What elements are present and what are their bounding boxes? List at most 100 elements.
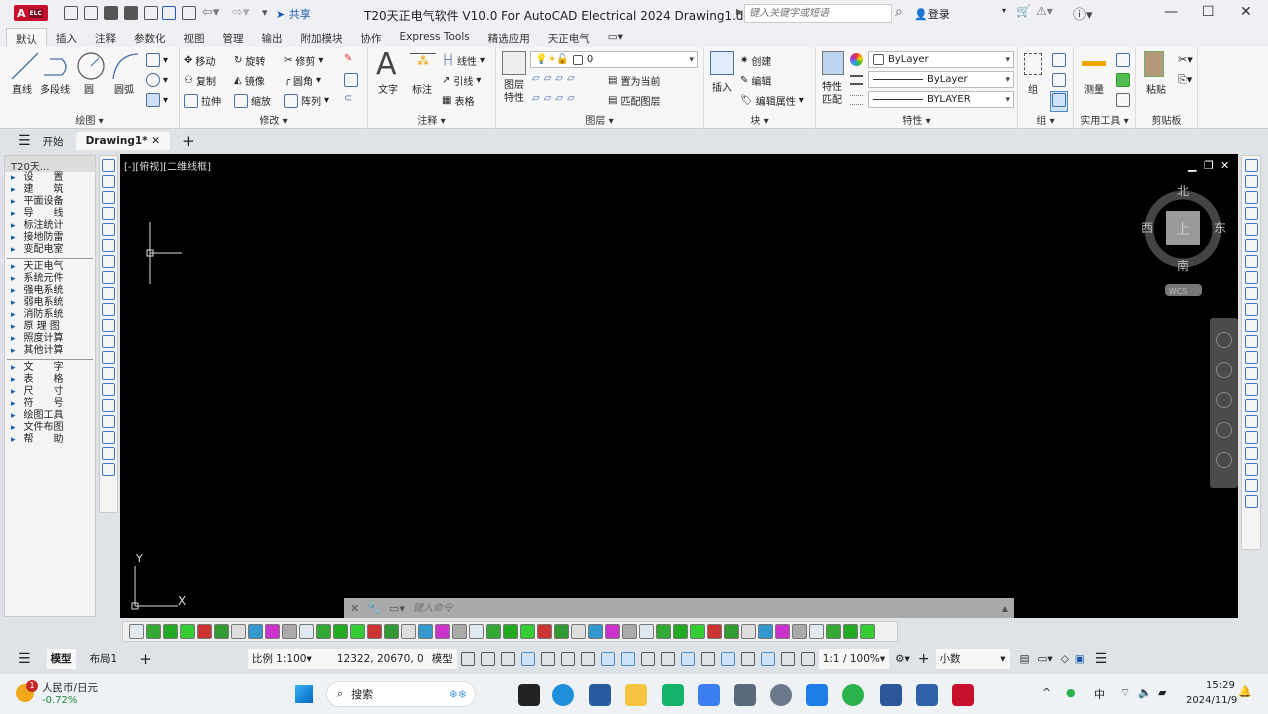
- tool-icon[interactable]: [486, 624, 501, 639]
- rectangle-button[interactable]: ▾: [146, 53, 168, 67]
- text-icon[interactable]: [102, 463, 115, 476]
- ungroup-icon[interactable]: [1052, 53, 1066, 70]
- rectangle-icon[interactable]: [102, 223, 115, 236]
- publish-icon[interactable]: [144, 6, 158, 20]
- tool-icon[interactable]: [503, 624, 518, 639]
- panel-modify-label[interactable]: 修改 ▾: [180, 112, 367, 127]
- color-dropdown[interactable]: ByLayer: [868, 51, 1014, 68]
- palette-item[interactable]: 设 置: [5, 172, 95, 184]
- tool-icon[interactable]: [792, 624, 807, 639]
- cart-icon[interactable]: 🛒: [1016, 4, 1031, 18]
- mtext-icon[interactable]: [102, 447, 115, 460]
- start-icon[interactable]: [295, 685, 313, 703]
- tool-icon[interactable]: [843, 624, 858, 639]
- help-search-input[interactable]: [744, 4, 892, 23]
- tool-icon[interactable]: [571, 624, 586, 639]
- join-icon[interactable]: [1244, 335, 1258, 348]
- create-block-button[interactable]: ✷ 创建: [740, 53, 771, 68]
- annotation-visibility-icon[interactable]: [760, 651, 775, 666]
- undo-icon[interactable]: ⇦▾: [202, 5, 219, 20]
- erase-icon[interactable]: ✎: [344, 53, 352, 64]
- stretch-icon[interactable]: [1244, 271, 1258, 284]
- viewport-close-icon[interactable]: ✕: [1220, 159, 1229, 172]
- selection-cycling-icon[interactable]: [660, 651, 675, 666]
- rotate-icon[interactable]: [1244, 239, 1258, 252]
- plus-icon[interactable]: +: [918, 651, 930, 667]
- copy-icon[interactable]: [1244, 175, 1258, 188]
- palette-title[interactable]: T20天...: [5, 156, 95, 173]
- login-dropdown-icon[interactable]: ▾: [1002, 6, 1006, 15]
- palette-item[interactable]: 其他计算: [5, 345, 95, 357]
- tool-icon[interactable]: [826, 624, 841, 639]
- tool-icon[interactable]: [435, 624, 450, 639]
- layer-dropdown[interactable]: 💡☀🔓 0: [530, 51, 698, 68]
- tool-icon[interactable]: [180, 624, 195, 639]
- ortho-icon[interactable]: [520, 651, 535, 666]
- draworder-icon[interactable]: [1244, 463, 1258, 476]
- zoom-extents-icon[interactable]: [1216, 392, 1232, 408]
- offset-icon[interactable]: [1244, 207, 1258, 220]
- showmotion-icon[interactable]: [1216, 452, 1232, 468]
- palette-item[interactable]: 强电系统: [5, 285, 95, 297]
- tool-icon[interactable]: [537, 624, 552, 639]
- isolate-icon[interactable]: ▭▾: [1037, 653, 1052, 665]
- leader-button[interactable]: ↗ 引线 ▾: [442, 73, 481, 88]
- divide-icon[interactable]: [1244, 479, 1258, 492]
- circle-button[interactable]: 圆: [84, 81, 94, 96]
- tool-icon[interactable]: [350, 624, 365, 639]
- tool-icon[interactable]: [469, 624, 484, 639]
- battery-icon[interactable]: ▰: [1158, 686, 1166, 699]
- tab-7[interactable]: 附加模块: [292, 28, 352, 47]
- help-icon[interactable]: ⓘ▾: [1073, 4, 1093, 23]
- select-all-icon[interactable]: [1116, 73, 1130, 90]
- measure-button[interactable]: 测量: [1084, 81, 1104, 96]
- print-icon[interactable]: [182, 6, 196, 20]
- edit-block-button[interactable]: ✎ 编辑: [740, 73, 771, 88]
- rotate-button[interactable]: ↻ 旋转: [234, 53, 265, 68]
- lengthen-icon[interactable]: [1244, 495, 1258, 508]
- palette-item[interactable]: 弱电系统: [5, 297, 95, 309]
- tool-icon[interactable]: [367, 624, 382, 639]
- move-button[interactable]: ✥ 移动: [184, 53, 215, 68]
- tab-6[interactable]: 输出: [253, 28, 292, 47]
- calculator-icon[interactable]: [1116, 93, 1130, 110]
- task-view-icon[interactable]: [518, 684, 540, 706]
- arc-button[interactable]: 圆弧: [114, 81, 134, 96]
- tool-icon[interactable]: [197, 624, 212, 639]
- properties-icon[interactable]: ▤: [1020, 653, 1030, 665]
- tab-layout1[interactable]: 布局1: [90, 651, 118, 666]
- tool-icon[interactable]: [129, 624, 144, 639]
- match-layer-button[interactable]: ▤ 匹配图层: [608, 93, 660, 108]
- break-icon[interactable]: [1244, 319, 1258, 332]
- line-button[interactable]: 直线: [12, 81, 32, 96]
- tool-icon[interactable]: [758, 624, 773, 639]
- scale-button[interactable]: 缩放: [234, 93, 271, 108]
- grid-icon[interactable]: [460, 651, 475, 666]
- ellipse-arc-icon[interactable]: [102, 319, 115, 332]
- close-tab-icon[interactable]: ✕: [151, 135, 160, 147]
- polygon-icon[interactable]: [102, 207, 115, 220]
- extend-icon[interactable]: [1244, 303, 1258, 316]
- offset-icon[interactable]: ⊂: [344, 93, 352, 104]
- layout-menu-icon[interactable]: ☰: [18, 651, 31, 667]
- command-history-icon[interactable]: ▲: [1002, 604, 1008, 613]
- edge-icon[interactable]: [552, 684, 574, 706]
- scale-icon[interactable]: [1244, 255, 1258, 268]
- gradient-icon[interactable]: [102, 399, 115, 412]
- close-icon[interactable]: ✕: [1240, 4, 1252, 20]
- tool-icon[interactable]: [418, 624, 433, 639]
- array-button[interactable]: 阵列 ▾: [284, 93, 329, 108]
- palette-item[interactable]: 文件布图: [5, 422, 95, 434]
- spline-icon[interactable]: [102, 287, 115, 300]
- tab-4[interactable]: 视图: [175, 28, 214, 47]
- revcloud-icon[interactable]: [102, 271, 115, 284]
- palette-item[interactable]: 变配电室: [5, 244, 95, 256]
- selection-filter-icon[interactable]: [720, 651, 735, 666]
- panel-annotate-label[interactable]: 注释 ▾: [368, 112, 495, 127]
- dingtalk-icon[interactable]: [806, 684, 828, 706]
- clock-date[interactable]: 2024/11/9: [1186, 695, 1237, 706]
- group-button[interactable]: 组: [1028, 81, 1038, 96]
- tool-icon[interactable]: [146, 624, 161, 639]
- tab-3[interactable]: 参数化: [125, 28, 175, 47]
- redo-icon[interactable]: ⇨▾: [232, 5, 249, 20]
